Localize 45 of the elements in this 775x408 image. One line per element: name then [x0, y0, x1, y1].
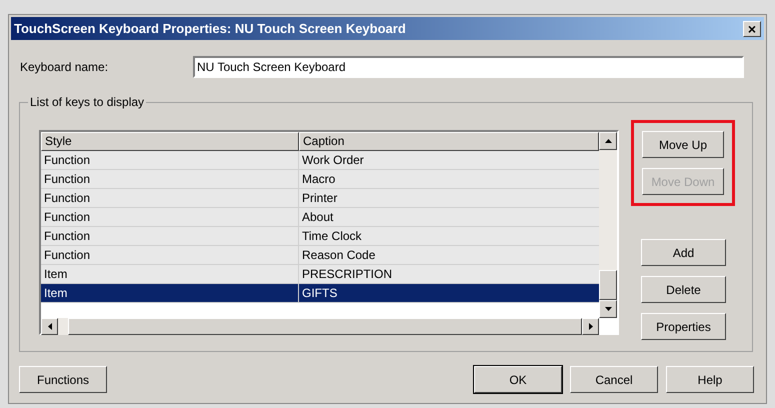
- scroll-down-icon[interactable]: [599, 300, 617, 318]
- field-label: Keyboard name:: [20, 59, 110, 76]
- table-cell: Function: [41, 246, 299, 264]
- table-cell: Function: [41, 151, 299, 169]
- table-cell-text: Printer: [301, 190, 338, 207]
- table-cell-text: Reason Code: [301, 247, 376, 264]
- table-cell-text: Work Order: [301, 152, 365, 169]
- dialog-button[interactable]: Functions: [19, 366, 107, 393]
- table-cell: Item: [41, 284, 299, 302]
- table-row[interactable]: Function Printer: [41, 189, 599, 208]
- scroll-left-icon[interactable]: [41, 318, 58, 335]
- table-cell-text: About: [301, 209, 334, 226]
- dialog-button[interactable]: Move Up: [642, 131, 724, 158]
- column-header[interactable]: Caption: [299, 132, 599, 151]
- table-row[interactable]: Function Macro: [41, 170, 599, 189]
- table-cell-text: GIFTS: [301, 285, 338, 302]
- table-cell-text: Time Clock: [301, 228, 363, 245]
- column-header[interactable]: Style: [41, 132, 299, 151]
- table-cell: Function: [41, 208, 299, 226]
- table-row[interactable]: Function Work Order: [41, 151, 599, 170]
- dialog-button[interactable]: Delete: [641, 276, 726, 303]
- dialog-button[interactable]: Properties: [641, 313, 726, 340]
- group-title: List of keys to display: [28, 94, 146, 110]
- dialog-button[interactable]: Help: [666, 366, 754, 393]
- table-cell: Item: [41, 265, 299, 283]
- table-row[interactable]: Function Reason Code: [41, 246, 599, 265]
- scroll-thumb[interactable]: [599, 270, 617, 300]
- window-title: TouchScreen Keyboard Properties: NU Touch Screen Keyboard: [14, 20, 406, 38]
- table-cell-text: Macro: [301, 171, 336, 188]
- table-cell: Function: [41, 189, 299, 207]
- close-button[interactable]: ×: [743, 20, 761, 36]
- table-row[interactable]: Function Time Clock: [41, 227, 599, 246]
- table-cell-text: PRESCRIPTION: [301, 266, 394, 283]
- vertical-scrollbar[interactable]: [599, 132, 617, 318]
- scroll-up-icon[interactable]: [599, 132, 617, 150]
- table-row[interactable]: Item PRESCRIPTION: [41, 265, 599, 284]
- table-row[interactable]: Function About: [41, 208, 599, 227]
- table-cell: Function: [41, 227, 299, 245]
- dialog-button[interactable]: Add: [641, 239, 726, 266]
- dialog-button[interactable]: OK: [474, 366, 562, 393]
- table-cell: Function: [41, 170, 299, 188]
- scroll-right-icon[interactable]: [582, 318, 599, 335]
- dialog-button[interactable]: Cancel: [570, 366, 658, 393]
- input-field[interactable]: NU Touch Screen Keyboard: [193, 56, 744, 78]
- table-row[interactable]: Item GIFTS: [41, 284, 599, 303]
